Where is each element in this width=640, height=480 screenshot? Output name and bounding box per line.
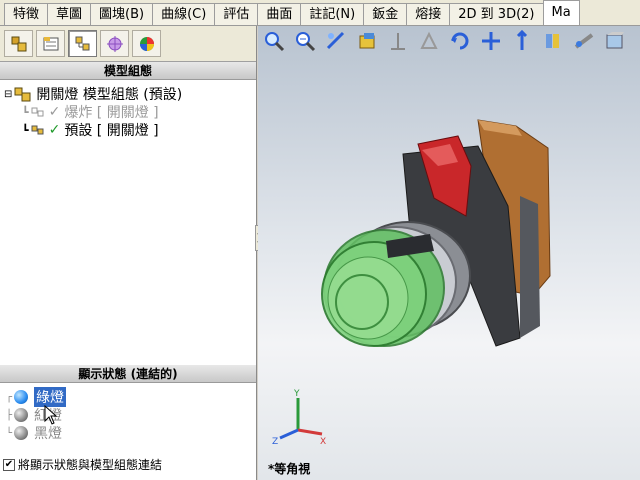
configurations-header: 模型組態 — [0, 62, 256, 80]
command-manager-tabs: 特徵 草圖 圖塊(B) 曲線(C) 評估 曲面 註記(N) 鈑金 熔接 2D 到… — [0, 0, 640, 26]
tab-evaluate[interactable]: 評估 — [214, 3, 259, 25]
assembly-icon — [14, 87, 31, 102]
check-icon: ✓ — [48, 104, 61, 120]
property-manager-tab[interactable] — [36, 30, 65, 57]
tab-weldments[interactable]: 熔接 — [406, 3, 451, 25]
crosshair-icon — [106, 35, 123, 52]
configuration-icon — [75, 36, 89, 50]
config-item-exploded[interactable]: ┗ ✓ 爆炸 [ 開關燈 ] — [22, 102, 159, 122]
view-name-label: *等角視 — [268, 462, 311, 476]
config-item-label: 預設 [ 開關燈 ] — [64, 123, 159, 139]
display-states-panel: 顯示狀態 (連結的) ┌ 綠燈 ├ 紅燈 └ 黑燈 — [0, 365, 256, 442]
tab-features[interactable]: 特徵 — [4, 3, 49, 25]
tab-annotations[interactable]: 註記(N) — [300, 3, 365, 25]
tree-line-icon: ┌ — [6, 391, 13, 403]
config-item-label: 爆炸 [ 開關燈 ] — [64, 105, 159, 121]
svg-text:Z: Z — [272, 437, 278, 447]
tree-line-icon: └ — [6, 427, 13, 439]
graphics-area[interactable]: Y X Z *等角視 — [258, 26, 640, 480]
config-icon — [31, 125, 44, 135]
tab-2d-to-3d[interactable]: 2D 到 3D(2) — [449, 3, 544, 25]
tree-link-icon: ┗ — [22, 105, 29, 119]
display-manager-tab[interactable] — [132, 30, 161, 57]
selected-state-icon — [14, 390, 29, 404]
link-checkbox-label: 將顯示狀態與模型組態連結 — [18, 458, 163, 472]
tab-sheet-metal[interactable]: 鈑金 — [363, 3, 408, 25]
property-icon — [43, 36, 58, 50]
config-item-default[interactable]: ┗ ✓ 預設 [ 開關燈 ] — [22, 120, 159, 140]
svg-text:Y: Y — [293, 389, 300, 399]
tab-surfaces[interactable]: 曲面 — [257, 3, 302, 25]
check-icon: ✓ — [48, 122, 61, 138]
state-icon — [14, 408, 29, 422]
display-states-header: 顯示狀態 (連結的) — [0, 365, 256, 383]
switch-model-3d[interactable]: Y X Z — [258, 26, 640, 480]
tree-link-icon: ┗ — [22, 123, 29, 137]
feature-manager-tab[interactable] — [4, 30, 33, 57]
configuration-manager-panel: 模型組態 ⊟ 開關燈 模型組態 (預設) ┗ ✓ 爆炸 [ 開關燈 ] ┗ ✓ … — [0, 26, 257, 480]
config-icon — [31, 107, 44, 117]
tab-mates[interactable]: Ma — [542, 0, 580, 25]
link-checkbox[interactable]: ✔ — [3, 458, 15, 471]
collapse-icon[interactable]: ⊟ — [4, 89, 12, 100]
tab-curves[interactable]: 曲線(C) — [152, 3, 216, 25]
config-root-label: 開關燈 模型組態 (預設) — [36, 87, 183, 103]
tab-blocks[interactable]: 圖塊(B) — [90, 3, 154, 25]
tab-sketch[interactable]: 草圖 — [47, 3, 92, 25]
display-state-green[interactable]: ┌ 綠燈 — [6, 387, 67, 407]
manager-tabs-toolbar — [0, 26, 256, 62]
tree-line-icon: ├ — [6, 409, 13, 421]
mouse-cursor-icon — [44, 405, 58, 425]
dimxpert-manager-tab[interactable] — [100, 30, 129, 57]
axis-triad: Y X Z — [272, 389, 326, 447]
config-root[interactable]: ⊟ 開關燈 模型組態 (預設) — [4, 84, 182, 104]
pie-color-icon — [139, 36, 154, 51]
configuration-manager-tab[interactable] — [68, 30, 97, 57]
assembly-icon — [11, 36, 26, 51]
svg-text:X: X — [320, 437, 326, 447]
state-icon — [14, 426, 29, 440]
display-state-label: 綠燈 — [34, 387, 67, 407]
link-display-states-row[interactable]: ✔ 將顯示狀態與模型組態連結 — [3, 456, 162, 473]
configuration-tree: ⊟ 開關燈 模型組態 (預設) ┗ ✓ 爆炸 [ 開關燈 ] ┗ ✓ 預設 [ … — [0, 80, 256, 330]
